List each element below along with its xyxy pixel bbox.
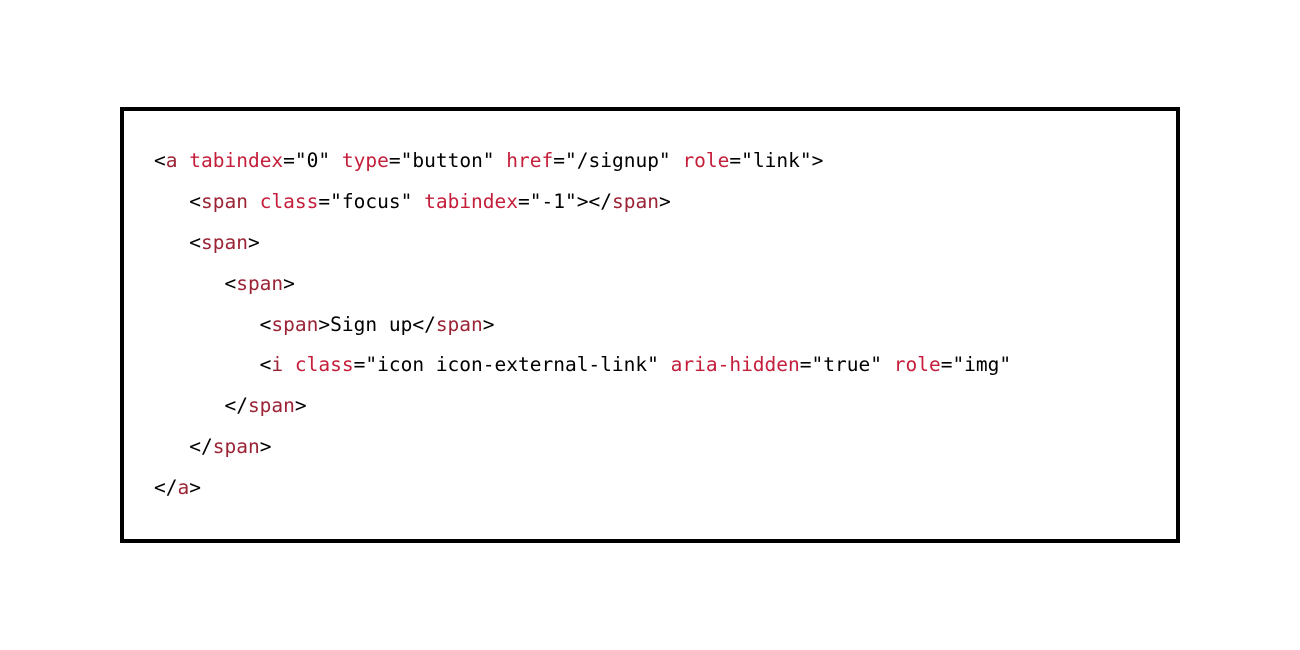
code-token-punct: >	[295, 394, 307, 417]
code-token-punct: =	[729, 149, 741, 172]
code-token-space	[412, 190, 424, 213]
code-line: <a tabindex="0" type="button" href="/sig…	[154, 141, 1146, 182]
code-token-punct: <	[260, 313, 272, 336]
code-token-punct: </	[224, 394, 247, 417]
code-token-punct: >	[577, 190, 589, 213]
code-token-attr: type	[342, 149, 389, 172]
code-token-punct: =	[800, 353, 812, 376]
code-token-punct: =	[553, 149, 565, 172]
code-line: <span>	[154, 264, 1146, 305]
code-token-val: "-1"	[530, 190, 577, 213]
code-token-val: "focus"	[330, 190, 412, 213]
code-token-attr: tabindex	[189, 149, 283, 172]
code-content: <a tabindex="0" type="button" href="/sig…	[154, 141, 1146, 509]
code-token-tag: span	[201, 231, 248, 254]
code-token-val: "button"	[401, 149, 495, 172]
code-token-space	[882, 353, 894, 376]
code-token-tag: span	[248, 394, 295, 417]
code-token-punct: >	[483, 313, 495, 336]
code-token-space	[178, 149, 190, 172]
code-token-tag: span	[213, 435, 260, 458]
code-line: </a>	[154, 468, 1146, 509]
code-token-punct: =	[318, 190, 330, 213]
code-token-val: "0"	[295, 149, 330, 172]
code-token-val: "link"	[741, 149, 811, 172]
code-line: <span>Sign up</span>	[154, 305, 1146, 346]
code-token-punct: </	[154, 476, 177, 499]
code-token-punct: >	[189, 476, 201, 499]
code-token-tag: a	[177, 476, 189, 499]
code-token-space	[495, 149, 507, 172]
code-line: </span>	[154, 386, 1146, 427]
code-token-attr: role	[682, 149, 729, 172]
code-token-punct: </	[189, 435, 212, 458]
code-token-attr: href	[506, 149, 553, 172]
code-token-punct: >	[812, 149, 824, 172]
code-token-val: "icon icon-external-link"	[365, 353, 659, 376]
code-token-text: Sign up	[330, 313, 412, 336]
code-token-attr: aria-hidden	[671, 353, 800, 376]
code-token-punct: >	[659, 190, 671, 213]
code-line: <i class="icon icon-external-link" aria-…	[154, 345, 1146, 386]
code-line: <span class="focus" tabindex="-1"></span…	[154, 182, 1146, 223]
code-token-tag: a	[166, 149, 178, 172]
code-token-attr: tabindex	[424, 190, 518, 213]
code-token-tag: span	[236, 272, 283, 295]
code-snippet-box: <a tabindex="0" type="button" href="/sig…	[120, 107, 1180, 543]
code-token-punct: <	[189, 231, 201, 254]
code-token-punct: =	[941, 353, 953, 376]
code-token-space	[283, 353, 295, 376]
code-token-punct: =	[389, 149, 401, 172]
code-token-punct: =	[518, 190, 530, 213]
code-token-punct: >	[260, 435, 272, 458]
code-token-attr: class	[295, 353, 354, 376]
code-token-punct: >	[283, 272, 295, 295]
code-line: <span>	[154, 223, 1146, 264]
code-token-punct: =	[283, 149, 295, 172]
code-token-punct: >	[318, 313, 330, 336]
code-token-space	[248, 190, 260, 213]
code-token-tag: span	[201, 190, 248, 213]
code-token-tag: span	[436, 313, 483, 336]
code-token-tag: span	[271, 313, 318, 336]
code-token-space	[671, 149, 683, 172]
code-token-punct: </	[412, 313, 435, 336]
code-token-val: "img"	[952, 353, 1011, 376]
code-token-space	[330, 149, 342, 172]
code-token-punct: <	[189, 190, 201, 213]
code-line: </span>	[154, 427, 1146, 468]
code-token-punct: =	[354, 353, 366, 376]
code-token-punct: >	[248, 231, 260, 254]
code-token-space	[659, 353, 671, 376]
code-token-tag: span	[612, 190, 659, 213]
code-token-punct: </	[588, 190, 611, 213]
code-token-punct: <	[154, 149, 166, 172]
code-token-tag: i	[271, 353, 283, 376]
code-token-val: "true"	[812, 353, 882, 376]
code-token-punct: <	[260, 353, 272, 376]
code-token-punct: <	[224, 272, 236, 295]
code-token-attr: class	[260, 190, 319, 213]
code-token-attr: role	[894, 353, 941, 376]
code-token-val: "/signup"	[565, 149, 671, 172]
